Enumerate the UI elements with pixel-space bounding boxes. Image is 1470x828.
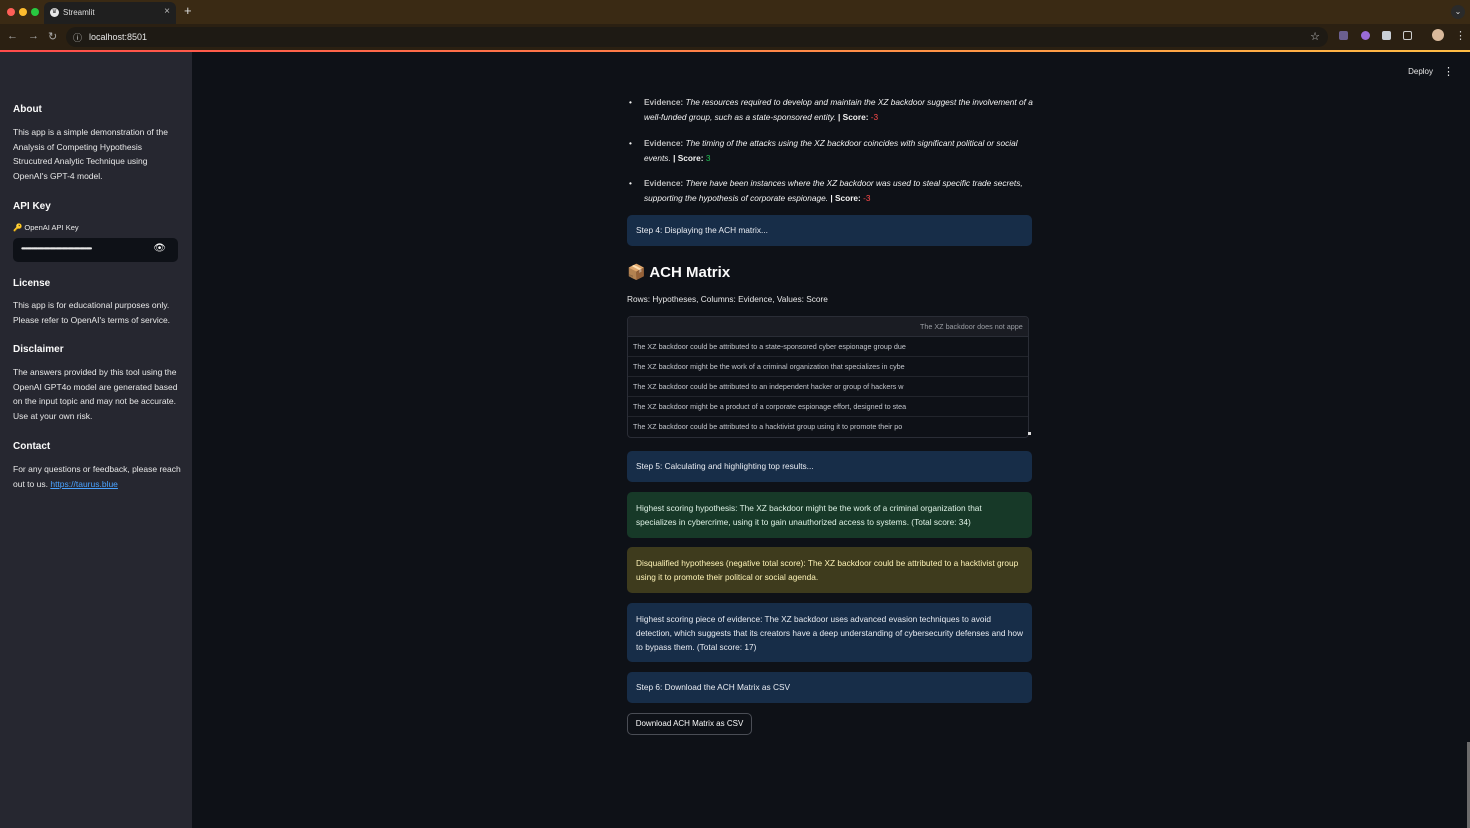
- about-heading: About: [13, 104, 42, 115]
- row-index-cell: The XZ backdoor might be a product of a …: [633, 402, 907, 411]
- window-maximize-button[interactable]: [31, 8, 39, 16]
- extension-icon[interactable]: [1361, 31, 1370, 40]
- evidence-label: Evidence:: [644, 138, 684, 148]
- bullet: •: [629, 178, 632, 188]
- back-arrow-icon[interactable]: ←: [7, 30, 18, 42]
- reload-icon[interactable]: ↻: [48, 30, 57, 43]
- profile-avatar[interactable]: [1432, 29, 1444, 41]
- dataframe-resize-handle[interactable]: [1028, 432, 1031, 435]
- deploy-button[interactable]: Deploy: [1408, 67, 1433, 76]
- table-row[interactable]: The XZ backdoor could be attributed to a…: [628, 417, 1028, 437]
- contact-text: For any questions or feedback, please re…: [13, 462, 181, 491]
- table-row[interactable]: The XZ backdoor might be the work of a c…: [628, 357, 1028, 377]
- evidence-item: • Evidence: The resources required to de…: [629, 95, 1034, 125]
- contact-link[interactable]: https://taurus.blue: [50, 479, 118, 489]
- row-index-cell: The XZ backdoor could be attributed to a…: [633, 342, 906, 351]
- api-key-label: 🔑 OpenAI API Key: [13, 223, 79, 232]
- site-info-icon[interactable]: ⓘ: [73, 31, 82, 44]
- sidebar: About This app is a simple demonstration…: [0, 52, 192, 828]
- bullet: •: [629, 138, 632, 148]
- address-bar[interactable]: ⓘ localhost:8501 ☆: [66, 27, 1328, 47]
- package-icon: 📦: [627, 264, 646, 281]
- api-key-heading: API Key: [13, 201, 51, 212]
- step-6-info: Step 6: Download the ACH Matrix as CSV: [627, 672, 1032, 703]
- extension-icon[interactable]: [1339, 31, 1348, 40]
- matrix-caption: Rows: Hypotheses, Columns: Evidence, Val…: [627, 294, 828, 304]
- score-value: 3: [705, 153, 711, 163]
- bookmark-star-icon[interactable]: ☆: [1310, 30, 1320, 43]
- tab-close-icon[interactable]: ×: [164, 6, 170, 17]
- step-4-info: Step 4: Displaying the ACH matrix...: [627, 215, 1032, 246]
- extension-icon[interactable]: [1382, 31, 1391, 40]
- contact-heading: Contact: [13, 441, 51, 452]
- score-value: -3: [863, 193, 871, 203]
- eye-icon[interactable]: 👁: [153, 243, 166, 254]
- ach-matrix-dataframe[interactable]: The XZ backdoor does not appe The XZ bac…: [627, 316, 1029, 438]
- table-row[interactable]: The XZ backdoor could be attributed to a…: [628, 377, 1028, 397]
- about-text: This app is a simple demonstration of th…: [13, 127, 168, 181]
- score-value: -3: [870, 112, 879, 122]
- disclaimer-heading: Disclaimer: [13, 344, 64, 355]
- ach-matrix-title: ACH Matrix: [649, 264, 731, 281]
- tab-title: Streamlit: [63, 8, 95, 17]
- browser-tab-bar: ♛ Streamlit × + ⌄: [0, 0, 1470, 24]
- step-5-info: Step 5: Calculating and highlighting top…: [627, 451, 1032, 482]
- browser-menu-icon[interactable]: ⋮: [1455, 29, 1466, 42]
- main-content: Deploy ⋮ • Evidence: The resources requi…: [192, 52, 1470, 828]
- bullet: •: [629, 97, 632, 107]
- table-row[interactable]: The XZ backdoor could be attributed to a…: [628, 337, 1028, 357]
- row-index-cell: The XZ backdoor could be attributed to a…: [633, 422, 903, 431]
- browser-toolbar: ← → ↻ ⓘ localhost:8501 ☆: [0, 24, 1470, 50]
- license-heading: License: [13, 278, 51, 289]
- api-key-input[interactable]: ••••••••••••••••••••••••••••••••••••••••…: [13, 238, 178, 262]
- new-tab-button[interactable]: +: [184, 3, 192, 18]
- dataframe-header: The XZ backdoor does not appe: [628, 317, 1028, 337]
- streamlit-crown-icon: ♛: [50, 8, 59, 17]
- browser-tab[interactable]: ♛ Streamlit ×: [44, 2, 176, 24]
- score-label: | Score:: [838, 112, 869, 122]
- disqualified-warning: Disqualified hypotheses (negative total …: [627, 547, 1032, 593]
- column-header[interactable]: The XZ backdoor does not appe: [920, 322, 1028, 331]
- row-index-cell: The XZ backdoor might be the work of a c…: [633, 362, 905, 371]
- disclaimer-text: The answers provided by this tool using …: [13, 367, 178, 421]
- evidence-label: Evidence:: [644, 178, 684, 188]
- license-text: This app is for educational purposes onl…: [13, 300, 171, 325]
- row-index-cell: The XZ backdoor could be attributed to a…: [633, 382, 904, 391]
- evidence-label: Evidence:: [644, 97, 684, 107]
- highest-hypothesis-success: Highest scoring hypothesis: The XZ backd…: [627, 492, 1032, 538]
- url-text[interactable]: localhost:8501: [89, 32, 147, 42]
- forward-arrow-icon[interactable]: →: [28, 30, 39, 42]
- evidence-item: • Evidence: There have been instances wh…: [629, 176, 1034, 206]
- window-close-button[interactable]: [7, 8, 15, 16]
- evidence-item: • Evidence: The timing of the attacks us…: [629, 136, 1034, 166]
- api-key-value[interactable]: ••••••••••••••••••••••••••••••••••••••••…: [21, 244, 149, 253]
- table-row[interactable]: The XZ backdoor might be a product of a …: [628, 397, 1028, 417]
- score-label: | Score:: [830, 193, 861, 203]
- highest-evidence-info: Highest scoring piece of evidence: The X…: [627, 603, 1032, 662]
- ach-matrix-heading: 📦 ACH Matrix: [627, 263, 730, 281]
- download-csv-button[interactable]: Download ACH Matrix as CSV: [627, 713, 752, 735]
- tab-search-button[interactable]: ⌄: [1451, 5, 1465, 19]
- score-label: | Score:: [673, 153, 704, 163]
- extensions-puzzle-icon[interactable]: [1403, 31, 1412, 40]
- main-menu-icon[interactable]: ⋮: [1443, 65, 1454, 78]
- window-minimize-button[interactable]: [19, 8, 27, 16]
